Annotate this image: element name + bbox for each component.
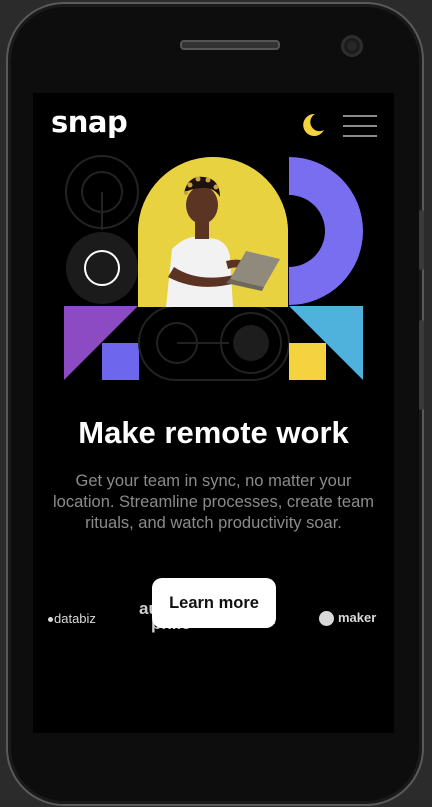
databiz-label: databiz bbox=[54, 611, 96, 626]
brand-maker: maker bbox=[319, 610, 377, 627]
front-camera bbox=[341, 35, 363, 57]
learn-more-button[interactable]: Learn more bbox=[152, 578, 276, 628]
person-with-laptop-image bbox=[138, 157, 288, 307]
brand-databiz: databiz bbox=[48, 611, 96, 626]
app-screen: snap Make remote work Get your team in s… bbox=[33, 93, 394, 733]
databiz-dot-icon bbox=[48, 617, 53, 623]
maker-label: maker bbox=[338, 610, 377, 625]
hero-photo bbox=[138, 157, 288, 307]
maker-logo-icon bbox=[319, 611, 334, 627]
speaker-grille bbox=[180, 40, 280, 50]
power-button bbox=[419, 320, 424, 410]
volume-button bbox=[419, 210, 424, 270]
hero-description: Get your team in sync, no matter your lo… bbox=[53, 472, 374, 532]
hero-title: Make remote work bbox=[78, 415, 349, 450]
